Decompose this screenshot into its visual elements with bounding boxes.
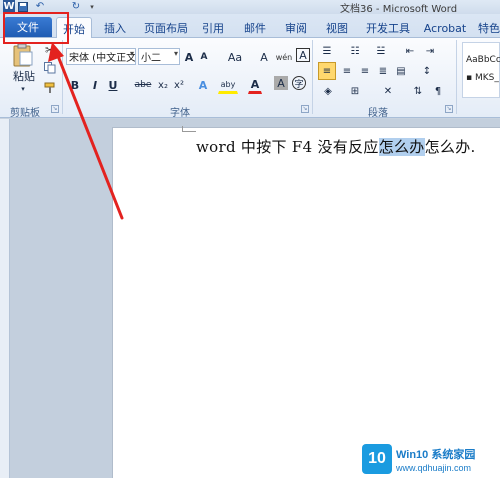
- phonetic-guide-button[interactable]: wén: [274, 48, 294, 66]
- justify-icon[interactable]: ≣: [374, 62, 392, 80]
- watermark-url: www.qdhuajin.com: [396, 463, 472, 473]
- paragraph-group-label: 段落: [368, 108, 388, 119]
- paste-dropdown-icon[interactable]: ▾: [18, 84, 28, 94]
- document-text-line[interactable]: word 中按下 F4 没有反应怎么办怎么办.: [196, 136, 476, 157]
- tab-featured[interactable]: 特色: [474, 18, 500, 38]
- ribbon-home: 粘贴 ▾ ✂ 剪贴板 ↘ 宋体 (中文正文 ▾ 小二 ▾ A A Aa A wé…: [0, 38, 500, 119]
- character-border-button[interactable]: A: [296, 48, 310, 62]
- change-case-button[interactable]: Aa: [224, 48, 246, 66]
- paste-icon[interactable]: [10, 42, 36, 68]
- increase-indent-icon[interactable]: ⇥: [422, 42, 438, 60]
- redo-button[interactable]: ↻: [70, 0, 82, 13]
- line-spacing-icon[interactable]: ↕: [418, 62, 436, 80]
- sort-icon[interactable]: ⇅: [410, 82, 426, 100]
- align-left-icon[interactable]: ≡: [318, 62, 336, 80]
- font-name-combo[interactable]: 宋体 (中文正文 ▾: [66, 48, 136, 65]
- font-size-value: 小二: [141, 53, 161, 64]
- tab-developer[interactable]: 开发工具: [362, 18, 414, 38]
- italic-button[interactable]: I: [88, 76, 102, 94]
- tab-page-layout[interactable]: 页面布局: [140, 18, 192, 38]
- highlight-button[interactable]: aby: [218, 76, 238, 94]
- strikethrough-button[interactable]: abe: [132, 76, 154, 94]
- superscript-button[interactable]: x²: [172, 76, 186, 94]
- chinese-layout-icon[interactable]: ✕: [378, 82, 398, 100]
- font-launcher-icon[interactable]: ↘: [301, 105, 309, 113]
- window-title: 文档36 - Microsoft Word: [340, 4, 458, 15]
- bullets-icon[interactable]: ☰: [318, 42, 336, 60]
- tab-view[interactable]: 视图: [322, 18, 352, 38]
- show-marks-icon[interactable]: ¶: [430, 82, 446, 100]
- grow-font-button[interactable]: A: [182, 48, 196, 66]
- enclose-characters-button[interactable]: 字: [292, 76, 306, 90]
- tab-insert[interactable]: 插入: [100, 18, 130, 38]
- group-divider: [456, 40, 457, 114]
- shading-icon[interactable]: ◈: [318, 82, 338, 100]
- font-name-value: 宋体 (中文正文: [69, 53, 136, 64]
- highlight-box: [3, 12, 69, 44]
- text-before-selection: word 中按下 F4 没有反应: [196, 138, 379, 156]
- styles-gallery[interactable]: AaBbCcDi ▪ MKS_: [462, 42, 500, 98]
- style-item-normal[interactable]: AaBbCcDi: [466, 55, 500, 65]
- text-after-selection: 怎么办.: [424, 138, 476, 156]
- numbering-icon[interactable]: ☷: [346, 42, 364, 60]
- document-page[interactable]: [112, 127, 500, 478]
- title-bar: W ↶ ↻ ▾ 文档36 - Microsoft Word: [0, 0, 500, 15]
- multilevel-list-icon[interactable]: ☱: [372, 42, 390, 60]
- paste-button[interactable]: 粘贴: [10, 68, 38, 84]
- text-effects-button[interactable]: A: [196, 76, 210, 94]
- tab-acrobat[interactable]: Acrobat: [422, 18, 468, 38]
- font-size-combo[interactable]: 小二 ▾: [138, 48, 180, 65]
- distributed-icon[interactable]: ▤: [392, 62, 410, 80]
- group-divider: [62, 40, 63, 114]
- font-group-label: 字体: [170, 108, 190, 119]
- tab-review[interactable]: 审阅: [281, 18, 311, 38]
- vertical-ruler: [0, 119, 10, 478]
- shrink-font-button[interactable]: A: [198, 48, 210, 66]
- align-right-icon[interactable]: ≡: [356, 62, 374, 80]
- group-divider: [312, 40, 313, 114]
- tab-mailings[interactable]: 邮件: [240, 18, 270, 38]
- clear-formatting-button[interactable]: A: [256, 48, 272, 66]
- ribbon-tabs: 文件 开始 插入 页面布局 引用 邮件 审阅 视图 开发工具 Acrobat 特…: [0, 14, 500, 39]
- paragraph-launcher-icon[interactable]: ↘: [445, 105, 453, 113]
- clipboard-group-label: 剪贴板: [10, 108, 40, 119]
- clipboard-launcher-icon[interactable]: ↘: [51, 105, 59, 113]
- tab-references[interactable]: 引用: [198, 18, 228, 38]
- selected-text[interactable]: 怎么办: [378, 138, 425, 156]
- align-center-icon[interactable]: ≡: [338, 62, 356, 80]
- style-item-mks[interactable]: ▪ MKS_: [466, 73, 499, 83]
- decrease-indent-icon[interactable]: ⇤: [402, 42, 418, 60]
- font-color-button[interactable]: A: [248, 76, 262, 94]
- watermark-title: Win10 系统家园: [396, 449, 476, 461]
- underline-button[interactable]: U: [106, 76, 120, 94]
- subscript-button[interactable]: x₂: [156, 76, 170, 94]
- copy-icon[interactable]: [42, 60, 58, 76]
- character-shading-button[interactable]: A: [274, 76, 288, 90]
- format-painter-icon[interactable]: [42, 80, 58, 96]
- margin-corner-mark: [182, 126, 196, 132]
- cut-icon[interactable]: ✂: [42, 42, 58, 58]
- customize-qat-icon[interactable]: ▾: [88, 0, 96, 13]
- borders-icon[interactable]: ⊞: [346, 82, 364, 100]
- chevron-down-icon: ▾: [173, 49, 178, 58]
- chevron-down-icon: ▾: [129, 49, 134, 58]
- watermark-logo: 10: [362, 444, 392, 474]
- bold-button[interactable]: B: [68, 76, 82, 94]
